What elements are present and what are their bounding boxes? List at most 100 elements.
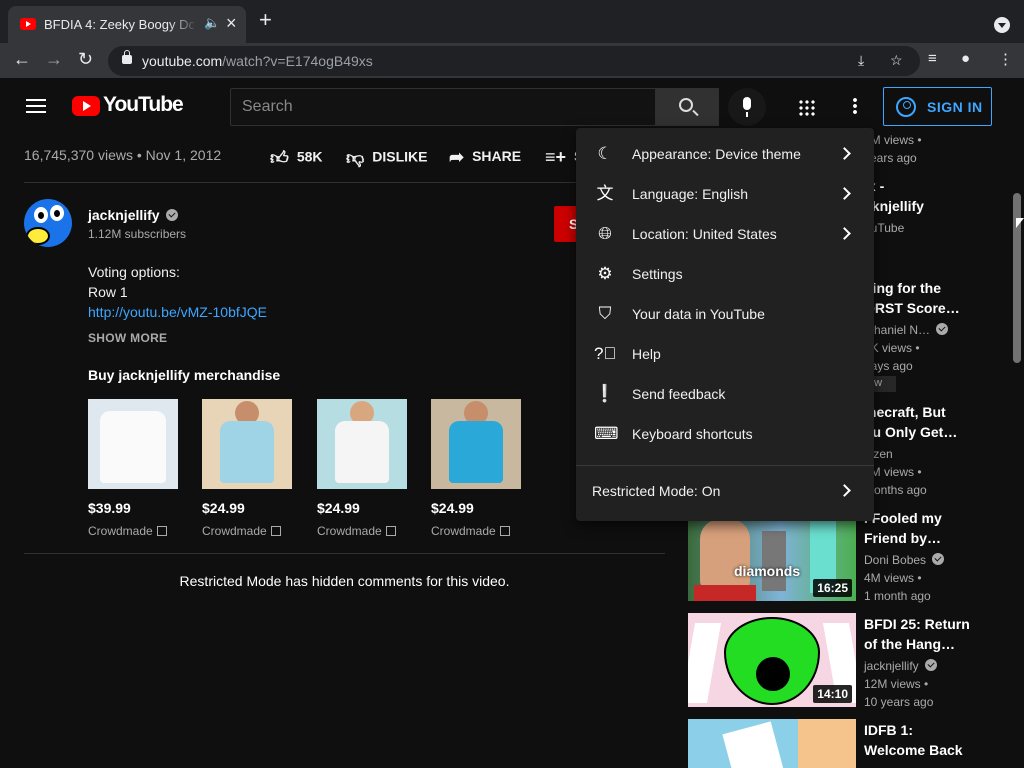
external-link-icon	[270, 526, 281, 536]
browser-tab[interactable]: BFDIA 4: Zeeky Boogy Doo 🔈 ×	[8, 6, 246, 43]
merch-item[interactable]: $24.99 Crowdmade	[317, 399, 407, 538]
youtube-logo-text[interactable]: YouTube	[103, 93, 184, 117]
sidebar-views: 12M views •	[864, 677, 929, 691]
merch-image[interactable]	[431, 399, 521, 489]
dislike-button[interactable]: 👎︎ DISLIKE	[346, 147, 428, 169]
external-link-icon	[156, 526, 167, 536]
merch-title: Buy jacknjellify merchandise	[88, 367, 281, 383]
merch-seller[interactable]: Crowdmade	[431, 524, 521, 538]
chevron-right-icon	[838, 484, 851, 497]
description-line: Voting options:	[88, 264, 180, 280]
share-button[interactable]: ➦ SHARE	[449, 147, 521, 168]
menu-item-your-data[interactable]: ⛉ Your data in YouTube	[576, 295, 874, 335]
speaker-icon[interactable]: 🔈	[204, 15, 220, 31]
user-circle-icon	[896, 97, 916, 117]
moon-icon: ☾	[597, 144, 613, 163]
bookmark-star-icon[interactable]: ☆	[890, 52, 903, 69]
tab-search-button[interactable]	[994, 17, 1010, 33]
verified-icon	[924, 659, 937, 671]
description-link[interactable]: http://youtu.be/vMZ-10bfJQE	[88, 304, 267, 320]
merch-seller[interactable]: Crowdmade	[202, 524, 292, 538]
install-icon[interactable]: ⤓	[858, 52, 864, 69]
sidebar-thumbnail[interactable]: 14:10	[688, 613, 856, 707]
menu-item-settings[interactable]: ⚙ Settings	[576, 255, 874, 295]
sidebar-channel[interactable]: athaniel N…	[864, 323, 949, 337]
merch-image[interactable]	[317, 399, 407, 489]
youtube-logo-icon[interactable]	[72, 96, 100, 116]
channel-avatar[interactable]	[24, 199, 72, 247]
forward-button[interactable]: →	[45, 49, 63, 70]
new-tab-button[interactable]: +	[259, 9, 272, 31]
settings-more-icon[interactable]	[853, 97, 857, 115]
description-line: Row 1	[88, 284, 128, 300]
chevron-right-icon	[838, 147, 851, 160]
globe-icon: 🌐︎	[598, 224, 612, 243]
menu-item-location[interactable]: 🌐︎ Location: United States	[576, 215, 874, 255]
close-tab-icon[interactable]: ×	[226, 13, 237, 34]
sidebar-thumbnail[interactable]	[688, 719, 856, 768]
duration-badge: 16:25	[813, 579, 852, 597]
search-button[interactable]	[655, 88, 719, 126]
menu-item-keyboard-shortcuts[interactable]: ⌨ Keyboard shortcuts	[576, 415, 874, 455]
media-control-icon[interactable]: ≡	[928, 50, 937, 67]
share-icon: ➦	[449, 147, 465, 167]
merch-image[interactable]	[202, 399, 292, 489]
merch-item[interactable]: $24.99 Crowdmade	[431, 399, 521, 538]
menu-item-send-feedback[interactable]: ❕ Send feedback	[576, 375, 874, 415]
show-more-button[interactable]: SHOW MORE	[88, 331, 167, 345]
sign-in-button[interactable]: SIGN IN	[883, 87, 992, 126]
merch-seller[interactable]: Crowdmade	[88, 524, 178, 538]
shield-icon: ⛉	[598, 304, 612, 323]
browser-tab-strip: BFDIA 4: Zeeky Boogy Doo 🔈 × +	[0, 0, 1024, 43]
subscriber-count: 1.12M subscribers	[88, 227, 187, 241]
browser-menu-icon[interactable]: ⋮	[998, 50, 1013, 68]
merch-item[interactable]: $24.99 Crowdmade	[202, 399, 292, 538]
gear-icon: ⚙	[597, 264, 613, 283]
menu-item-appearance[interactable]: ☾ Appearance: Device theme	[576, 135, 874, 175]
sidebar-video-title[interactable]: Welcome Back	[864, 740, 963, 760]
merch-seller[interactable]: Crowdmade	[317, 524, 407, 538]
view-count-date: 16,745,370 views • Nov 1, 2012	[24, 147, 222, 163]
menu-item-restricted-mode[interactable]: Restricted Mode: On	[576, 472, 874, 512]
voice-search-button[interactable]	[728, 88, 766, 126]
sidebar-age: 1 month ago	[864, 589, 931, 603]
reload-button[interactable]: ↻	[78, 49, 93, 70]
back-button[interactable]: ←	[13, 49, 31, 70]
sidebar-video-title[interactable]: BFDI 25: Return	[864, 614, 970, 634]
sidebar-channel[interactable]: jacknjellify	[864, 659, 937, 673]
search-box[interactable]	[230, 88, 656, 126]
lock-icon[interactable]	[122, 50, 132, 64]
menu-item-help[interactable]: ?⃝ Help	[576, 335, 874, 375]
sidebar-channel[interactable]: Doni Bobes	[864, 553, 945, 567]
url-text[interactable]: youtube.com/watch?v=E174ogB49xs	[142, 53, 373, 69]
sidebar-age: 10 years ago	[864, 695, 934, 709]
verified-icon	[932, 553, 945, 565]
thumbs-down-icon: 👎︎	[346, 148, 365, 168]
channel-name[interactable]: jacknjellify	[88, 207, 178, 223]
apps-grid-icon[interactable]	[798, 99, 815, 116]
address-bar[interactable]: youtube.com/watch?v=E174ogB49xs ⤓ ☆	[108, 46, 920, 76]
help-icon: ?⃝	[594, 344, 617, 363]
comments-restricted-notice: Restricted Mode has hidden comments for …	[179, 573, 510, 589]
sidebar-video-title[interactable]: inecraft, But	[864, 402, 946, 422]
merch-image[interactable]	[88, 399, 178, 489]
chevron-right-icon	[838, 187, 851, 200]
like-button[interactable]: 👍︎ 58K	[270, 147, 323, 169]
sidebar-video-title[interactable]: of the Hang…	[864, 634, 955, 654]
menu-item-language[interactable]: 文 Language: English	[576, 175, 874, 215]
sidebar-video-title[interactable]: ou Only Get…	[864, 422, 957, 442]
chevron-right-icon	[838, 227, 851, 240]
hamburger-menu-icon[interactable]	[26, 99, 46, 113]
verified-icon	[936, 323, 949, 335]
sidebar-video-title[interactable]: Friend by…	[864, 528, 941, 548]
external-link-icon	[499, 526, 510, 536]
profile-icon[interactable]: ●	[961, 50, 970, 67]
feedback-icon: ❕	[594, 384, 616, 403]
merch-item[interactable]: $39.99 Crowdmade	[88, 399, 178, 538]
sidebar-video-title[interactable]: IDFB 1:	[864, 720, 913, 740]
sidebar-video-title[interactable]: oing for the	[864, 278, 941, 298]
search-input[interactable]	[231, 89, 655, 125]
sidebar-thumbnail[interactable]: diamonds 16:25	[688, 507, 856, 601]
sidebar-video-title[interactable]: I Fooled my	[864, 508, 942, 528]
sidebar-video-title[interactable]: ORST Score…	[864, 298, 960, 318]
